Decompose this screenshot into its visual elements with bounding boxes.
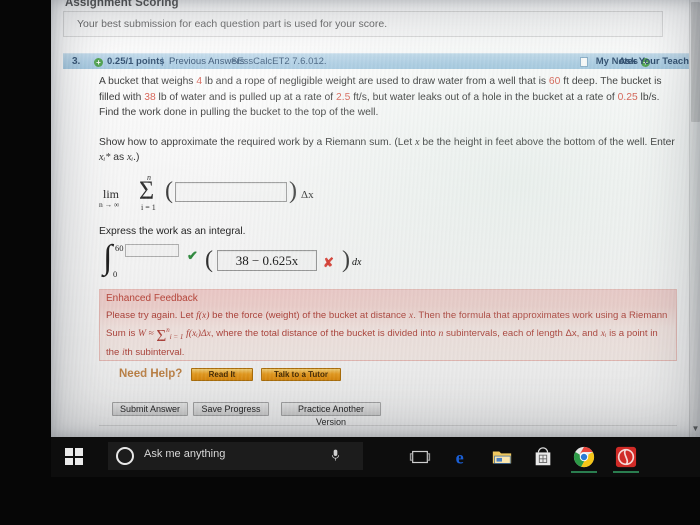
question-points: 0.25/1 points [107,56,165,67]
riemann-text-c: as [110,152,127,163]
scrollbar-thumb[interactable] [691,2,700,122]
read-it-button[interactable]: Read It [191,368,253,381]
assignment-scoring-title: Assignment Scoring [65,0,179,9]
footer-divider [99,425,677,426]
fb-sigma-icon: Σ [156,326,167,346]
water-weight-value: 38 [144,91,156,103]
cortana-placeholder-text: Ask me anything [144,448,226,460]
fb-fx: f(x) [196,310,210,321]
sigma-icon: Σ [139,175,155,205]
integral-sign-icon: ∫ [103,239,113,276]
integral-open-paren: ( [205,247,213,273]
plus-circle-icon[interactable]: + [94,58,103,67]
practice-another-version-button[interactable]: Practice Another Version [281,402,381,427]
enhanced-feedback-panel: Enhanced Feedback Please try again. Let … [99,289,677,361]
windows-start-icon[interactable] [65,446,87,468]
assignment-scoring-text: Your best submission for each question p… [77,18,388,30]
fb-sigma-bottom: i = 1 [169,333,184,342]
page-scrollbar[interactable]: ▼ [689,0,700,437]
riemann-text-b: be the height in feet above the bottom o… [419,136,675,148]
integral-close-paren: ) [342,247,350,273]
problem-text-b: lb and a rope of negligible weight are u… [202,76,549,87]
riemann-text-d: .) [133,152,140,163]
need-help-label: Need Help? [119,368,183,380]
screen-area: Assignment Scoring Your best submission … [51,0,700,437]
windows-logo-glyph [65,448,83,465]
incorrect-cross-icon: ✘ [323,255,334,270]
integral-expression-input[interactable] [217,250,317,271]
correct-check-icon: ✔ [187,248,198,263]
problem-text-e: ft/s, but water leaks out of a hole in t… [350,91,618,103]
fb-w-approx: W ≈ [138,328,154,340]
save-progress-button[interactable]: Save Progress [193,402,269,416]
riemann-close-paren: ) [289,177,297,204]
riemann-open-paren: ( [165,177,173,204]
delta-x-label: Δx [301,188,314,201]
file-explorer-icon[interactable] [491,446,513,468]
integral-upper-limit: 60 [115,243,124,253]
header-separator: | [161,56,164,67]
riemann-text-a: Show how to approximate the required wor… [99,136,415,148]
scroll-down-arrow-icon[interactable]: ▼ [691,424,700,433]
microsoft-store-icon[interactable] [532,446,554,468]
integral-prompt: Express the work as an integral. [99,225,246,237]
integral-limit-box[interactable] [125,244,179,257]
problem-text-d: lb of water and is pulled up at a rate o… [155,91,336,103]
cortana-search-box[interactable]: Ask me anything [108,442,363,470]
question-number: 3. [72,56,81,67]
note-page-icon[interactable] [580,57,588,67]
integral-differential: dx [352,257,362,268]
fb-fxi-dx: f(xᵢ)Δx [186,328,211,340]
red-app-icon[interactable] [613,446,639,473]
fb-text-7: th subinterval. [124,347,185,359]
microsoft-edge-icon[interactable]: e [451,446,473,468]
fb-text-5: subintervals, each of length Δx, and [443,328,601,340]
webassign-page: Assignment Scoring Your best submission … [51,0,700,437]
fb-text-4: , where the total distance of the bucket… [210,328,439,340]
google-chrome-icon[interactable] [571,446,597,473]
integral-row: ∫ 60 0 ✔ ( ✘ ) dx [99,239,677,283]
assignment-scoring-panel: Your best submission for each question p… [63,11,663,37]
riemann-xi-star: xᵢ* [99,152,111,163]
talk-to-tutor-button[interactable]: Talk to a Tutor [261,368,341,381]
sigma-lower-index: i = 1 [141,202,156,212]
microphone-icon[interactable] [330,448,341,464]
riemann-sum-input[interactable] [175,181,287,202]
limit-subscript: n → ∞ [99,199,120,209]
ask-your-teacher-link[interactable]: Ask Your Teacher [619,56,698,67]
riemann-sum-row: lim n → ∞ n Σ i = 1 ( ) Δx [99,173,677,212]
fb-text-2: be the force (weight) of the bucket at d… [209,310,409,321]
well-depth-value: 60 [548,76,561,87]
riemann-instruction: Show how to approximate the required wor… [99,135,677,166]
cortana-circle-icon [116,447,134,465]
monitor-photo: Assignment Scoring Your best submission … [0,0,700,525]
question-code: SEssCalcET2 7.6.012. [231,56,327,67]
fb-text-1: Please try again. Let [106,310,197,321]
task-view-icon[interactable] [409,446,431,468]
problem-statement: A bucket that weighs 4 lb and a rope of … [99,74,677,121]
question-header-bar: 3. + 0.25/1 points | Previous Answers SE… [63,53,700,69]
problem-text-a: A bucket that weighs [99,76,197,87]
submit-answer-button[interactable]: Submit Answer [112,402,188,416]
integral-lower-limit: 0 [113,269,118,279]
enhanced-feedback-title: Enhanced Feedback [106,293,198,304]
enhanced-feedback-body: Please try again. Let f(x) be the force … [106,308,672,360]
leak-rate-value: 0.25 [617,91,638,103]
pull-rate-value: 2.5 [336,91,351,103]
windows-taskbar: Ask me anything e [51,437,700,477]
svg-text:e: e [456,447,464,467]
